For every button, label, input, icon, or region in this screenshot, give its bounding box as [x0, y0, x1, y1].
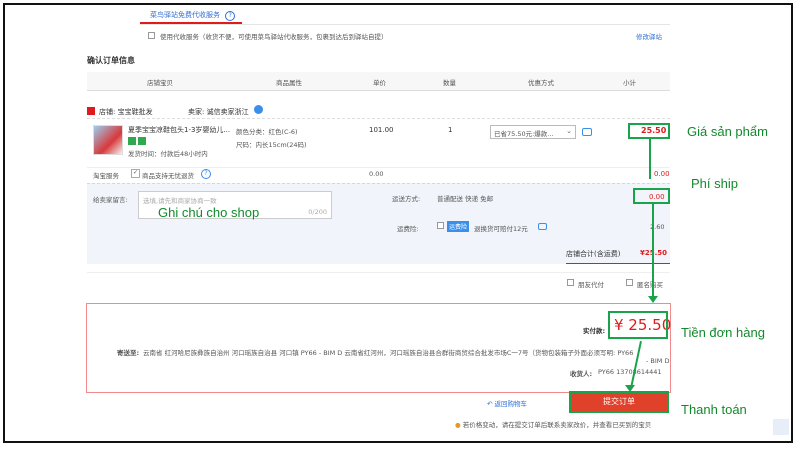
- back-arrow-icon: ↶: [487, 400, 493, 408]
- submit-order-button[interactable]: 提交订单: [571, 393, 667, 411]
- comment-icon[interactable]: [582, 128, 592, 136]
- pickup-checkbox-label: 使用代收服务（收货不便，可使用菜鸟驿站代收服务，包裹到达后到驿站自提）: [160, 33, 388, 41]
- scroll-to-top-button[interactable]: [773, 419, 789, 435]
- message-counter: 0/200: [308, 208, 327, 216]
- back-to-cart-link[interactable]: ↶ 返回购物车: [487, 398, 527, 408]
- header-col-attr: 商品属性: [276, 79, 302, 87]
- price-notice: ● 若价格变动，请在提交订单后联系卖家改价，并查看已买到的宝贝: [455, 421, 652, 429]
- annotation-payment: Thanh toán: [681, 402, 747, 417]
- header-col-subtotal: 小计: [623, 79, 636, 87]
- annotation-product-price: Giá sản phẩm: [687, 124, 768, 139]
- badge-seven-day-icon: [128, 137, 136, 145]
- service-option: 商品支持无忧退货: [142, 172, 194, 180]
- pickup-checkbox[interactable]: [148, 32, 155, 39]
- insurance-checkbox[interactable]: [437, 222, 444, 229]
- receiver-label: 收货人:: [570, 370, 593, 378]
- item-title[interactable]: 夏季宝宝凉鞋包头1-3岁婴幼儿...: [128, 125, 230, 135]
- pickup-title: 菜鸟驿站免费代收服务 ?: [150, 10, 236, 21]
- shop-total-underline: [566, 263, 670, 264]
- annotation-order-total: Tiền đơn hàng: [681, 325, 765, 340]
- annotation-box-price: [628, 123, 670, 139]
- chevron-down-icon: ⌄: [566, 127, 572, 135]
- shop-icon: [87, 107, 95, 115]
- modify-station-link[interactable]: 修改驿站: [636, 31, 662, 41]
- service-price: 0.00: [369, 170, 384, 178]
- info-icon[interactable]: ?: [201, 169, 211, 179]
- service-checkbox[interactable]: ✓: [131, 169, 140, 178]
- header-col-price: 单价: [373, 79, 386, 87]
- insurance-label: 运费险:: [397, 225, 419, 233]
- address-text: 云南省 红河哈尼族彝族自治州 河口瑶族自治县 河口镇 PY66 - BIM D …: [143, 349, 634, 357]
- friend-pay-checkbox[interactable]: [567, 279, 574, 286]
- chat-icon[interactable]: [254, 105, 263, 114]
- header-col-discount: 优惠方式: [528, 79, 554, 87]
- address-label: 寄送至:: [117, 349, 140, 357]
- divider: [87, 272, 670, 273]
- annotation-arrowhead-3: [625, 385, 635, 392]
- badge-guarantee-icon: [138, 137, 146, 145]
- service-price-right: 0.00: [654, 170, 670, 178]
- shop-name[interactable]: 店铺: 宝宝鞋批发: [99, 107, 153, 117]
- item-color: 颜色分类：红色(C-6): [236, 128, 298, 136]
- receiver-value: PY66 13708614441: [598, 368, 662, 376]
- address-tail: - BIM D: [646, 357, 670, 365]
- product-thumbnail[interactable]: [93, 125, 123, 155]
- location-pin-icon: ●: [455, 421, 461, 429]
- help-icon[interactable]: ?: [225, 11, 236, 21]
- annotation-arrow-1: [649, 139, 651, 179]
- annotation-box-ship: [633, 188, 670, 204]
- insurance-badge: 运费险: [447, 221, 470, 232]
- item-delivery-time: 发货时间：付款后48小时内: [128, 150, 208, 158]
- paid-label: 实付款:: [583, 327, 606, 335]
- insurance-text: 退换货可赔付12元: [474, 225, 528, 233]
- annotation-ship-fee: Phí ship: [691, 176, 738, 191]
- message-placeholder: 选填,请先和商家协商一致: [143, 197, 217, 205]
- discount-select[interactable]: 已省75.50元:爆款... ⌄: [490, 125, 576, 139]
- insurance-comment-icon[interactable]: [538, 223, 547, 230]
- shipping-method-label: 运送方式:: [392, 195, 421, 203]
- service-label: 淘宝服务: [93, 172, 119, 180]
- seller-name[interactable]: 卖家: 诚信卖家浙江: [188, 107, 249, 117]
- shipping-method-value: 普通配送 快递 免邮: [437, 195, 494, 203]
- item-size: 尺码：内长15cm(24码): [236, 141, 307, 149]
- header-col-item: 店铺宝贝: [147, 79, 173, 87]
- annotation-box-total: [608, 311, 668, 339]
- item-unit-price: 101.00: [369, 126, 394, 134]
- divider: [140, 24, 670, 25]
- annotation-shop-note: Ghi chú cho shop: [158, 205, 260, 220]
- message-label: 给卖家留言:: [93, 196, 128, 204]
- annotation-arrow-2: [652, 204, 654, 300]
- header-col-qty: 数量: [443, 79, 456, 87]
- section-title: 确认订单信息: [87, 56, 135, 65]
- friend-pay-label: 朋友代付: [578, 281, 604, 289]
- item-quantity: 1: [448, 126, 453, 134]
- shop-total-label: 店铺合计(含运费): [566, 250, 621, 258]
- annotation-arrowhead-2: [648, 296, 658, 303]
- anon-checkbox[interactable]: [626, 279, 633, 286]
